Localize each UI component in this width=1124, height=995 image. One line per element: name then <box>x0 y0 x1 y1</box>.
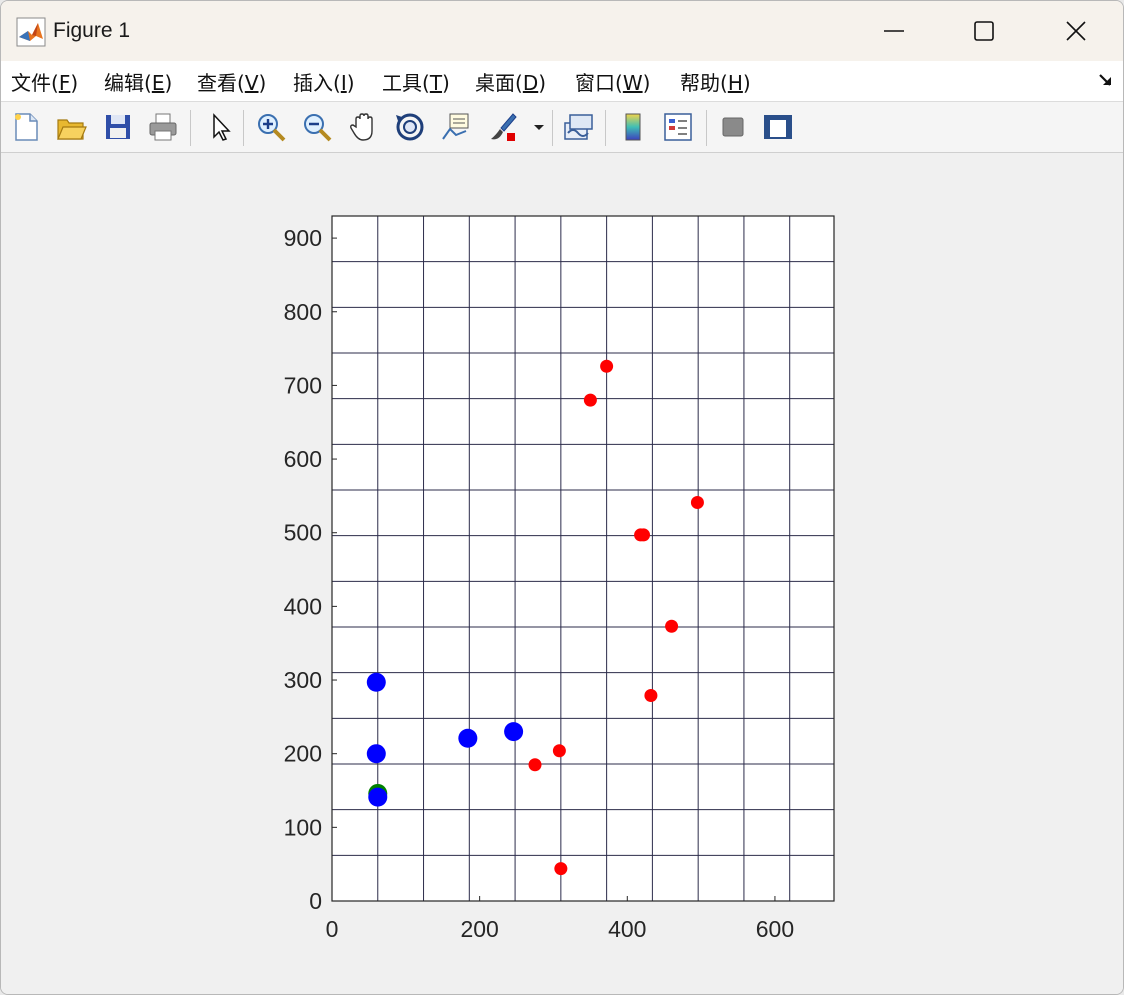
y-tick-label: 500 <box>284 520 322 546</box>
maximize-button[interactable] <box>939 1 1029 61</box>
maximize-icon <box>974 21 994 41</box>
title-bar[interactable]: Figure 1 <box>1 1 1123 61</box>
x-tick-label: 600 <box>756 916 794 942</box>
link-plot-icon <box>564 114 593 140</box>
rotate-3d-button[interactable] <box>392 108 428 146</box>
brush-dropdown-icon <box>534 125 544 130</box>
brush-icon <box>491 113 517 141</box>
y-tick-label: 100 <box>284 814 322 840</box>
rotate-3d-icon <box>396 113 424 141</box>
insert-colorbar-icon <box>625 113 641 141</box>
data-point <box>368 787 388 807</box>
show-plot-tools-button[interactable] <box>760 108 796 146</box>
toolbar-separator <box>243 110 244 146</box>
zoom-out-button[interactable] <box>299 108 335 146</box>
brush-dropdown[interactable] <box>529 108 549 146</box>
data-point <box>637 528 651 542</box>
show-plot-tools-icon <box>764 115 792 139</box>
new-figure-button[interactable] <box>8 108 44 146</box>
zoom-out-icon <box>304 114 332 142</box>
y-tick-label: 200 <box>284 741 322 767</box>
data-point <box>690 496 704 510</box>
insert-colorbar-button[interactable] <box>615 108 651 146</box>
y-tick-label: 600 <box>284 446 322 472</box>
data-point <box>528 758 542 772</box>
figure-window: Figure 1 文件(F) 编辑(E) 查看(V) 插入(I) 工具(T) 桌… <box>0 0 1124 995</box>
minimize-button[interactable] <box>849 1 939 61</box>
data-point <box>366 672 386 692</box>
menu-help[interactable]: 帮助(H) <box>680 67 751 96</box>
edit-plot-button[interactable] <box>202 108 238 146</box>
menu-view[interactable]: 查看(V) <box>197 67 266 96</box>
scatter-plot[interactable]: 0 200 400 600 0 100 200 300 400 500 600 700 800 900 <box>1 153 1123 994</box>
menu-desktop[interactable]: 桌面(D) <box>475 67 546 96</box>
y-tick-label: 400 <box>284 593 322 619</box>
dock-figure-icon[interactable] <box>1097 71 1115 89</box>
edit-plot-pointer-icon <box>213 113 231 141</box>
axes-background <box>332 216 834 901</box>
figure-canvas: 0 200 400 600 0 100 200 300 400 500 600 700 800 900 <box>1 153 1123 994</box>
hide-plot-tools-button[interactable] <box>715 108 751 146</box>
menu-insert[interactable]: 插入(I) <box>293 67 355 96</box>
menu-file[interactable]: 文件(F) <box>11 67 78 96</box>
figure-toolbar <box>1 102 1123 153</box>
toolbar-separator <box>552 110 553 146</box>
y-tick-label: 800 <box>284 299 322 325</box>
y-tick-label: 900 <box>284 225 322 251</box>
toolbar-separator <box>190 110 191 146</box>
y-tick-label: 0 <box>309 888 322 914</box>
window-title: Figure 1 <box>53 19 131 42</box>
insert-legend-button[interactable] <box>660 108 696 146</box>
minimize-icon <box>884 30 904 32</box>
data-point <box>366 744 386 764</box>
link-plot-button[interactable] <box>560 108 596 146</box>
new-figure-icon <box>15 113 38 141</box>
data-point <box>458 728 478 748</box>
toolbar-separator <box>706 110 707 146</box>
data-cursor-icon <box>442 113 469 140</box>
y-tick-label: 700 <box>284 372 322 398</box>
insert-legend-icon <box>664 113 692 141</box>
data-point <box>600 359 614 373</box>
data-point <box>552 744 566 758</box>
pan-button[interactable] <box>346 108 382 146</box>
data-point <box>644 689 658 702</box>
data-point <box>554 862 568 876</box>
hide-plot-tools-icon <box>722 117 744 137</box>
brush-button[interactable] <box>485 108 521 146</box>
menu-bar: 文件(F) 编辑(E) 查看(V) 插入(I) 工具(T) 桌面(D) 窗口(W… <box>1 61 1123 102</box>
toolbar-separator <box>605 110 606 146</box>
data-point <box>665 619 679 633</box>
open-file-icon <box>57 119 87 140</box>
open-file-button[interactable] <box>53 108 89 146</box>
close-icon <box>1066 21 1086 41</box>
menu-window[interactable]: 窗口(W) <box>575 67 650 96</box>
data-cursor-button[interactable] <box>438 108 474 146</box>
x-tick-label: 0 <box>326 916 339 942</box>
x-tick-label: 400 <box>608 916 646 942</box>
pan-hand-icon <box>350 113 373 141</box>
data-point <box>583 393 597 407</box>
zoom-in-icon <box>258 114 286 142</box>
close-button[interactable] <box>1031 1 1121 61</box>
x-tick-label: 200 <box>460 916 498 942</box>
zoom-in-button[interactable] <box>253 108 289 146</box>
menu-tools[interactable]: 工具(T) <box>382 67 450 96</box>
matlab-logo-icon <box>16 17 46 47</box>
y-tick-label: 300 <box>284 667 322 693</box>
print-button[interactable] <box>145 108 181 146</box>
save-button[interactable] <box>100 108 136 146</box>
data-point <box>504 722 524 742</box>
menu-edit[interactable]: 编辑(E) <box>104 67 172 96</box>
save-icon <box>106 115 130 139</box>
print-icon <box>149 113 177 141</box>
